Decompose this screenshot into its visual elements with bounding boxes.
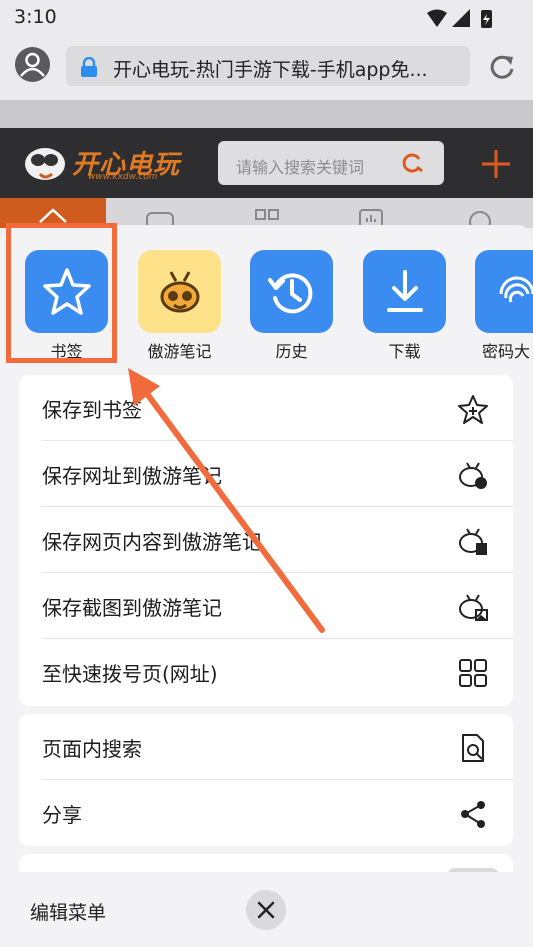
site-search-placeholder: 请输入搜索关键词	[236, 158, 365, 177]
close-button[interactable]	[246, 890, 286, 930]
bee-icon	[160, 270, 199, 312]
status-icons	[427, 9, 492, 28]
download-tile[interactable]	[363, 250, 446, 333]
quick-action-password[interactable]: 密码大	[475, 250, 533, 362]
avatar[interactable]	[15, 47, 50, 82]
web-page-strip	[0, 100, 533, 128]
menu-item-speed-dial[interactable]: 至快速拨号页(网址)	[19, 639, 513, 705]
bee-doc-icon	[459, 528, 487, 555]
menu-item-save-bookmark[interactable]: 保存到书签	[19, 375, 513, 441]
quick-action-label: 傲游笔记	[147, 342, 212, 361]
quick-action-history[interactable]: 历史	[250, 250, 333, 361]
site-logo-sub: www.kxdw.com	[88, 172, 158, 182]
menu-group-page: 页面内搜索 分享	[19, 714, 513, 846]
share-icon	[461, 801, 485, 828]
find-in-page-icon	[462, 734, 484, 762]
menu-item-label: 页面内搜索	[42, 737, 142, 761]
history-tile[interactable]	[250, 250, 333, 333]
menu-item-save-url[interactable]: 保存网址到傲游笔记	[19, 441, 513, 507]
refresh-icon[interactable]	[488, 53, 516, 81]
quick-action-download[interactable]: 下载	[363, 250, 446, 361]
menu-item-label: 至快速拨号页(网址)	[42, 662, 218, 686]
menu-item-label: 保存网页内容到傲游笔记	[42, 530, 262, 554]
quick-action-label: 历史	[275, 342, 308, 361]
history-icon	[267, 272, 312, 313]
star-plus-icon	[458, 395, 488, 424]
grid-icon	[459, 659, 487, 687]
bee-globe-icon	[459, 462, 487, 489]
highlight-box	[6, 223, 117, 363]
menu-item-label: 保存到书签	[42, 398, 142, 422]
status-bar: 3:10	[0, 0, 533, 36]
quick-action-notes[interactable]: 傲游笔记	[138, 250, 221, 361]
menu-group-save: 保存到书签 保存网址到傲游笔记 保存网页内容到傲游笔记 保存截图到傲游笔记 至快…	[19, 375, 513, 706]
status-time: 3:10	[14, 6, 57, 28]
notes-tile[interactable]	[138, 250, 221, 333]
site-plus-icon[interactable]	[480, 148, 512, 180]
menu-item-share[interactable]: 分享	[19, 780, 513, 846]
lock-icon	[81, 57, 97, 77]
close-icon	[257, 901, 275, 919]
site-search-icon[interactable]	[402, 152, 424, 174]
url-text[interactable]: 开心电玩-热门手游下载-手机app免...	[113, 55, 453, 82]
user-icon	[20, 52, 45, 77]
menu-item-save-screenshot[interactable]: 保存截图到傲游笔记	[19, 573, 513, 639]
menu-item-find-in-page[interactable]: 页面内搜索	[19, 714, 513, 780]
download-icon	[386, 269, 423, 312]
menu-item-label: 保存截图到傲游笔记	[42, 596, 222, 620]
site-mascot-icon	[25, 148, 65, 180]
edit-menu-button[interactable]: 编辑菜单	[30, 898, 106, 925]
quick-action-label: 下载	[388, 342, 421, 361]
quick-action-label: 密码大	[482, 342, 531, 361]
bee-image-icon	[459, 594, 488, 621]
menu-item-save-content[interactable]: 保存网页内容到傲游笔记	[19, 507, 513, 573]
password-tile[interactable]	[475, 250, 533, 333]
menu-item-label: 分享	[42, 803, 82, 827]
menu-item-label: 保存网址到傲游笔记	[42, 464, 222, 488]
fingerprint-icon	[499, 276, 533, 303]
